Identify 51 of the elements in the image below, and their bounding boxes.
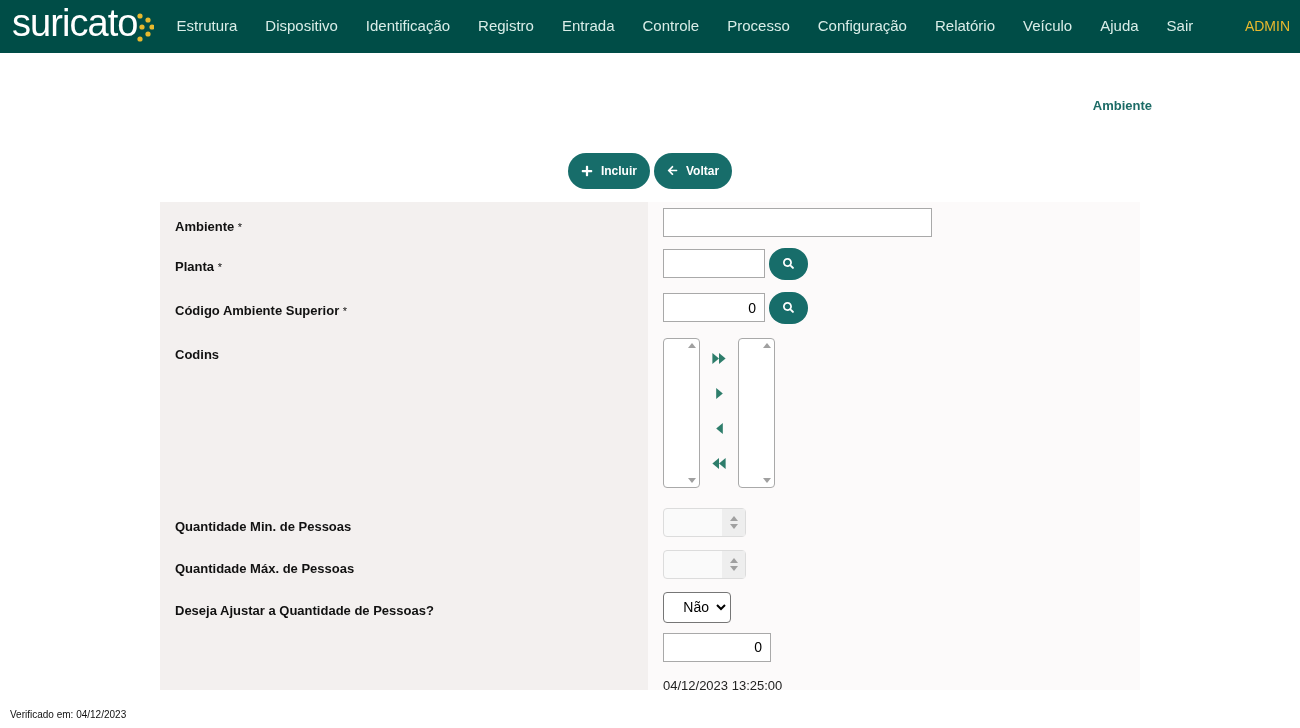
nav-link[interactable]: Entrada [561, 15, 615, 38]
search-button[interactable] [769, 247, 808, 280]
field-label: Código Ambiente Superior [175, 302, 341, 318]
add-button[interactable]: Incluir [567, 152, 650, 189]
nav-link[interactable]: Controle [642, 15, 700, 38]
scroll-up-icon [688, 342, 696, 348]
decrement-icon [729, 523, 738, 529]
arrow-left-icon [666, 165, 678, 176]
verification-text: Verificado em: 04/12/2023 [10, 708, 127, 722]
text-field[interactable]: 0 [663, 293, 765, 322]
field-label: Ambiente [175, 218, 236, 234]
increment-icon [729, 515, 738, 521]
scroll-down-icon [763, 477, 771, 483]
number-field[interactable]: 0 [663, 632, 771, 662]
move-all-left-icon[interactable] [709, 456, 729, 471]
nav-link[interactable]: Processo [727, 15, 790, 38]
nav-link[interactable]: Estrutura [176, 15, 238, 38]
text-field[interactable] [663, 207, 932, 237]
nav-link[interactable]: Veículo [1023, 15, 1073, 38]
decrement-icon [729, 565, 738, 571]
field-label: Planta [175, 258, 215, 274]
select-dropdown[interactable]: Não [663, 591, 731, 623]
plus-icon [580, 164, 593, 177]
scroll-up-icon [763, 342, 771, 348]
chevron-down-icon [716, 603, 726, 611]
page-title: Ambiente [1092, 97, 1152, 115]
move-all-right-icon[interactable] [709, 351, 729, 366]
nav-link[interactable]: Ajuda [1100, 15, 1139, 38]
field-label: Quantidade Máx. de Pessoas [175, 560, 355, 576]
nav-link[interactable]: Sair [1166, 15, 1194, 38]
timestamp-text: 04/12/2023 13:25:00 [663, 677, 783, 693]
user-name[interactable]: ADMIN [1244, 16, 1290, 37]
field-label: Codins [175, 346, 220, 362]
required-mark: * [237, 220, 243, 233]
required-mark: * [217, 260, 222, 273]
field-label: Quantidade Min. de Pessoas [175, 518, 352, 534]
nav-link[interactable]: Identificação [365, 15, 451, 38]
nav-link[interactable]: Registro [478, 15, 534, 38]
increment-icon [729, 557, 738, 563]
logo-text: suricato [12, 3, 138, 42]
nav-link[interactable]: Relatório [934, 15, 995, 38]
search-button[interactable] [769, 291, 808, 324]
search-icon [783, 302, 794, 313]
required-mark: * [342, 304, 348, 317]
nav-link[interactable]: Dispositivo [265, 15, 338, 38]
text-field[interactable] [663, 249, 765, 278]
field-label: Deseja Ajustar a Quantidade de Pessoas? [175, 602, 434, 618]
back-button[interactable]: Voltar [653, 152, 733, 189]
search-icon [783, 258, 794, 269]
scroll-down-icon [688, 477, 696, 483]
nav-link[interactable]: Configuração [817, 15, 907, 38]
